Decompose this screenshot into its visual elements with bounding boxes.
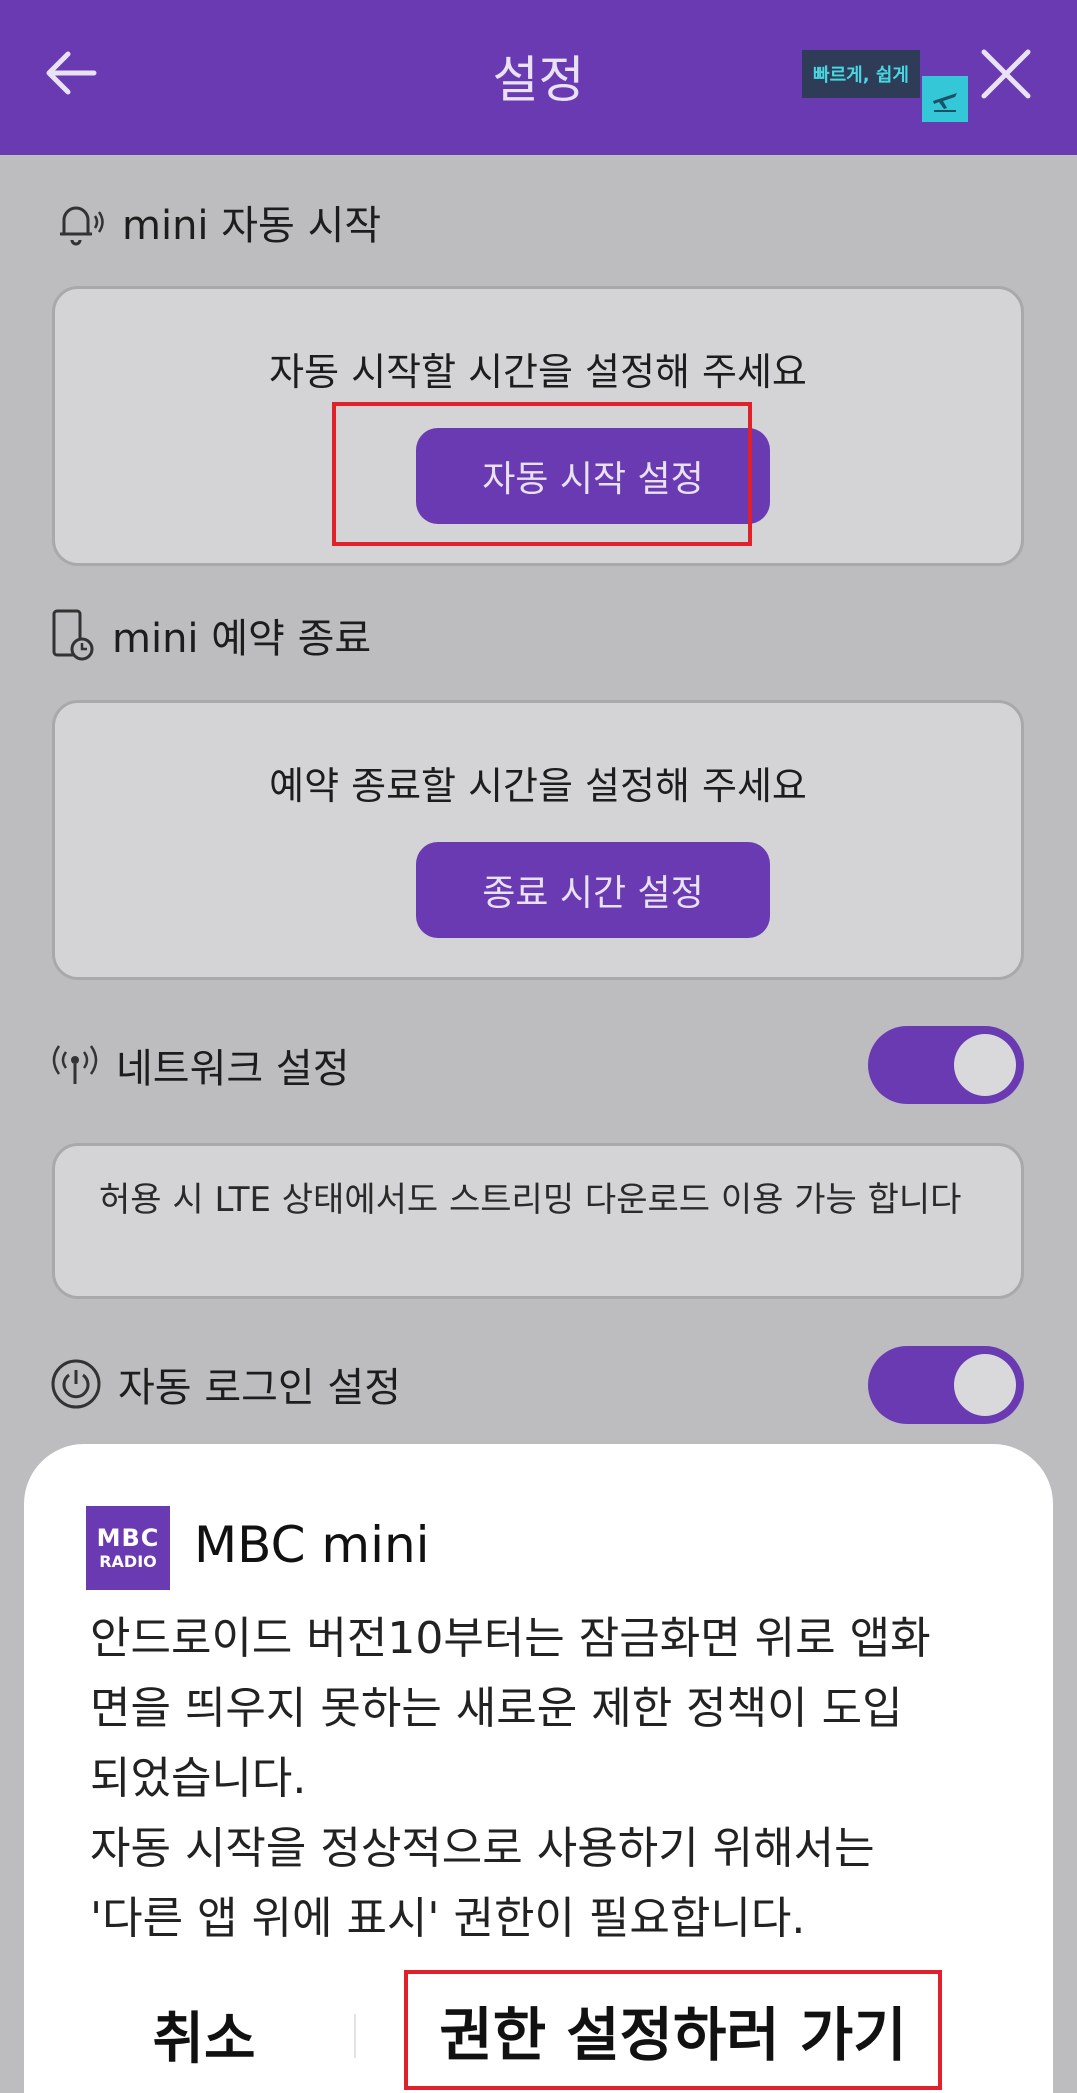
go-to-permission-button[interactable]: 권한 설정하러 가기	[404, 1970, 942, 2090]
end-time-button[interactable]: 종료 시간 설정	[416, 842, 770, 938]
auto-start-heading-label: mini 자동 시작	[122, 203, 382, 249]
permission-dialog: MBC RADIO MBC mini 안드로이드 버전10부터는 잠금화면 위로…	[24, 1444, 1053, 2093]
auto-start-message: 자동 시작할 시간을 설정해 주세요	[269, 350, 807, 394]
dialog-line: '다른 앱 위에 표시' 권한이 필요합니다.	[90, 1893, 806, 1944]
auto-login-toggle[interactable]	[868, 1346, 1024, 1424]
dialog-line: 면을 띄우지 못하는 새로운 제한 정책이 도입	[90, 1683, 903, 1734]
airplane-icon[interactable]	[922, 76, 968, 122]
highlight-box	[332, 402, 752, 546]
antenna-icon	[52, 1045, 98, 1084]
close-icon[interactable]	[976, 44, 1036, 104]
toggle-knob	[954, 1034, 1016, 1096]
dialog-line: 안드로이드 버전10부터는 잠금화면 위로 앱화	[90, 1613, 931, 1664]
dialog-app-name: MBC mini	[194, 1516, 430, 1574]
button-divider	[354, 2014, 356, 2058]
phone-clock-icon	[52, 609, 94, 661]
scheduled-end-heading-label: mini 예약 종료	[112, 616, 372, 662]
scheduled-end-card: 예약 종료할 시간을 설정해 주세요 종료 시간 설정	[52, 700, 1024, 980]
auto-login-heading: 자동 로그인 설정	[50, 1355, 401, 1413]
app-header: 설정 빠르게, 쉽게	[0, 0, 1077, 155]
auto-login-heading-label: 자동 로그인 설정	[118, 1365, 402, 1411]
mbc-radio-logo: MBC RADIO	[86, 1506, 170, 1590]
bell-icon	[60, 206, 104, 246]
toggle-knob	[954, 1354, 1016, 1416]
power-icon	[51, 1359, 101, 1409]
network-card: 허용 시 LTE 상태에서도 스트리밍 다운로드 이용 가능 합니다	[52, 1143, 1024, 1299]
auto-start-heading: mini 자동 시작	[50, 193, 381, 251]
network-heading: 네트워크 설정	[50, 1036, 350, 1094]
dialog-message: 안드로이드 버전10부터는 잠금화면 위로 앱화 면을 띄우지 못하는 새로운 …	[90, 1604, 1020, 1954]
scheduled-end-message: 예약 종료할 시간을 설정해 주세요	[269, 764, 807, 808]
cancel-button[interactable]: 취소	[124, 1994, 284, 2074]
network-heading-label: 네트워크 설정	[116, 1046, 350, 1092]
ad-badge[interactable]: 빠르게, 쉽게	[802, 50, 920, 98]
network-message: 허용 시 LTE 상태에서도 스트리밍 다운로드 이용 가능 합니다	[99, 1180, 962, 1220]
dialog-line: 자동 시작을 정상적으로 사용하기 위해서는	[90, 1823, 875, 1874]
network-toggle[interactable]	[868, 1026, 1024, 1104]
dialog-line: 되었습니다.	[90, 1753, 307, 1804]
scheduled-end-heading: mini 예약 종료	[50, 606, 371, 664]
